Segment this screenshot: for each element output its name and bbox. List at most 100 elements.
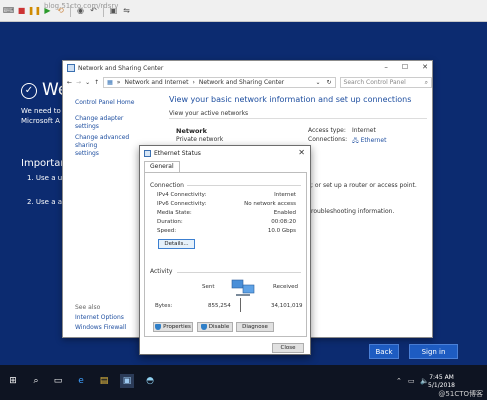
ctrl-alt-del-icon[interactable]: ⌨ [3, 5, 15, 16]
network-type: Private network [176, 136, 224, 143]
disable-label: Disable [208, 324, 230, 330]
row-value: Enabled [273, 210, 296, 216]
taskbar: ⊞ ⌕ ▭ e ▤ ▣ ◓ ⌃ ▭ 🔈 7:45 AM 5/1/2018 @51… [0, 365, 487, 400]
refresh-icon[interactable]: ↻ [327, 79, 332, 86]
sidebar: Control Panel Home Change adapter settin… [75, 99, 145, 158]
breadcrumb-network-internet[interactable]: Network and Internet [124, 79, 188, 86]
checkmark-icon: ✓ [21, 83, 37, 99]
search-input[interactable]: Search Control Panel ⌕ [339, 77, 432, 88]
received-label: Received [273, 284, 299, 290]
ethernet-connection-link[interactable]: 🖧 Ethernet [352, 136, 386, 146]
row-label: Media State: [157, 210, 192, 216]
search-placeholder: Search Control Panel [343, 79, 406, 86]
file-explorer-icon[interactable]: ▤ [97, 374, 111, 388]
shield-icon [200, 324, 207, 330]
diagnose-button[interactable]: Diagnose [236, 322, 274, 332]
dialog-tabs: General [144, 161, 180, 172]
ipv6-row: IPv6 Connectivity: No network access [157, 201, 296, 209]
oobe-steps: 1. Use a us 2. Use a ac [27, 174, 66, 222]
forward-arrow-icon[interactable]: → [76, 79, 81, 86]
back-button[interactable]: Back [369, 344, 399, 359]
row-label: Duration: [157, 219, 183, 225]
sidebar-item-home[interactable]: Control Panel Home [75, 99, 145, 107]
network-app-icon[interactable]: ◓ [143, 374, 157, 388]
address-bar[interactable]: ▦ » Network and Internet › Network and S… [103, 77, 336, 88]
shield-icon [155, 324, 162, 330]
minimize-icon[interactable]: – [384, 63, 388, 71]
site-watermark: @51CTO博客 [438, 390, 483, 398]
dialog-title: Ethernet Status [154, 149, 201, 157]
details-button[interactable]: Details... [158, 239, 195, 249]
show-hidden-icon[interactable]: ⌃ [396, 377, 402, 385]
control-panel-icon[interactable]: ▣ [120, 374, 134, 388]
dialog-titlebar[interactable]: Ethernet Status [140, 146, 310, 160]
sent-label: Sent [202, 284, 215, 290]
troubleshoot-text-fragment: roubleshooting information. [311, 208, 395, 215]
search-icon: ⌕ [424, 78, 428, 86]
access-type-row: Access type: Internet [308, 127, 376, 134]
sign-in-button[interactable]: Sign in [409, 344, 458, 359]
sidebar-item-sharing-cont[interactable]: settings [75, 150, 145, 158]
clock[interactable]: 7:45 AM 5/1/2018 [428, 374, 455, 390]
back-arrow-icon[interactable]: ← [67, 79, 72, 86]
start-icon[interactable]: ⊞ [6, 374, 20, 388]
ethernet-icon [144, 149, 151, 157]
close-icon[interactable]: ✕ [422, 63, 428, 71]
disable-button[interactable]: Disable [197, 322, 233, 332]
internet-options-link[interactable]: Internet Options [75, 314, 124, 321]
activity-group-label: Activity [150, 268, 173, 275]
address-row: ← → ⌄ ↑ ▦ » Network and Internet › Netwo… [63, 75, 432, 90]
ethernet-link-label: Ethernet [360, 137, 387, 144]
task-view-icon[interactable]: ▭ [51, 374, 65, 388]
maximize-icon[interactable]: ☐ [402, 63, 408, 71]
row-value: Internet [274, 192, 296, 198]
clock-time: 7:45 AM [429, 374, 454, 381]
active-networks-heading: View your active networks [169, 110, 249, 117]
stop-icon[interactable]: ■ [16, 5, 27, 16]
access-type-label: Access type: [308, 127, 346, 134]
connection-group-label: Connection [150, 182, 184, 189]
bytes-label: Bytes: [155, 303, 173, 309]
up-arrow-icon[interactable]: ↑ [94, 79, 99, 86]
sidebar-item-sharing[interactable]: Change advanced sharing [75, 134, 145, 150]
group-divider [177, 272, 301, 273]
breadcrumb-nsc[interactable]: Network and Sharing Center [199, 79, 284, 86]
duration-row: Duration: 00:08:20 [157, 219, 296, 227]
network-name: Network [176, 127, 207, 135]
close-button[interactable]: Close [272, 343, 304, 353]
window-controls: – ☐ ✕ [384, 63, 428, 71]
ipv4-row: IPv4 Connectivity: Internet [157, 192, 296, 200]
general-panel: Connection IPv4 Connectivity: Internet I… [144, 172, 307, 337]
tab-general[interactable]: General [144, 161, 180, 172]
setup-text-fragment: ; or set up a router or access point. [311, 182, 417, 189]
network-tray-icon[interactable]: ▭ [408, 377, 415, 385]
properties-label: Properties [163, 324, 191, 330]
ethernet-status-dialog: Ethernet Status ✕ General Connection IPv… [139, 145, 311, 355]
bytes-received-value: 34,101,019 [271, 303, 303, 309]
bytes-sent-value: 855,254 [208, 303, 231, 309]
network-activity-icon [231, 279, 255, 296]
recent-chevron-icon[interactable]: ⌄ [85, 79, 90, 86]
media-state-row: Media State: Enabled [157, 210, 296, 218]
close-icon[interactable]: ✕ [298, 148, 305, 157]
windows-firewall-link[interactable]: Windows Firewall [75, 324, 126, 331]
control-panel-icon: ▦ [107, 79, 113, 86]
activity-divider [240, 298, 241, 312]
oobe-step: 1. Use a us [27, 174, 66, 182]
sidebar-item-adapter[interactable]: Change adapter settings [75, 115, 145, 131]
properties-button[interactable]: Properties [153, 322, 193, 332]
edge-icon[interactable]: e [74, 374, 88, 388]
see-also-heading: See also [75, 304, 101, 311]
dropdown-chevron-icon[interactable]: ⌄ [316, 79, 321, 86]
row-value: 10.0 Gbps [267, 228, 296, 234]
share-icon[interactable]: ⇋ [121, 5, 132, 16]
row-label: IPv6 Connectivity: [157, 201, 207, 207]
window-titlebar[interactable]: Network and Sharing Center [63, 61, 432, 75]
row-label: Speed: [157, 228, 177, 234]
search-icon[interactable]: ⌕ [29, 374, 43, 388]
toolbar-watermark: blog.51cto.com/rdsrv [44, 2, 119, 10]
vm-toolbar: ⌨ ■ ❚❚ ▶ ⟲ ◉ ↶ ▣ ⇋ blog.51cto.com/rdsrv [0, 0, 487, 22]
pause-icon[interactable]: ❚❚ [28, 5, 41, 16]
row-value: No network access [244, 201, 296, 207]
row-label: IPv4 Connectivity: [157, 192, 207, 198]
